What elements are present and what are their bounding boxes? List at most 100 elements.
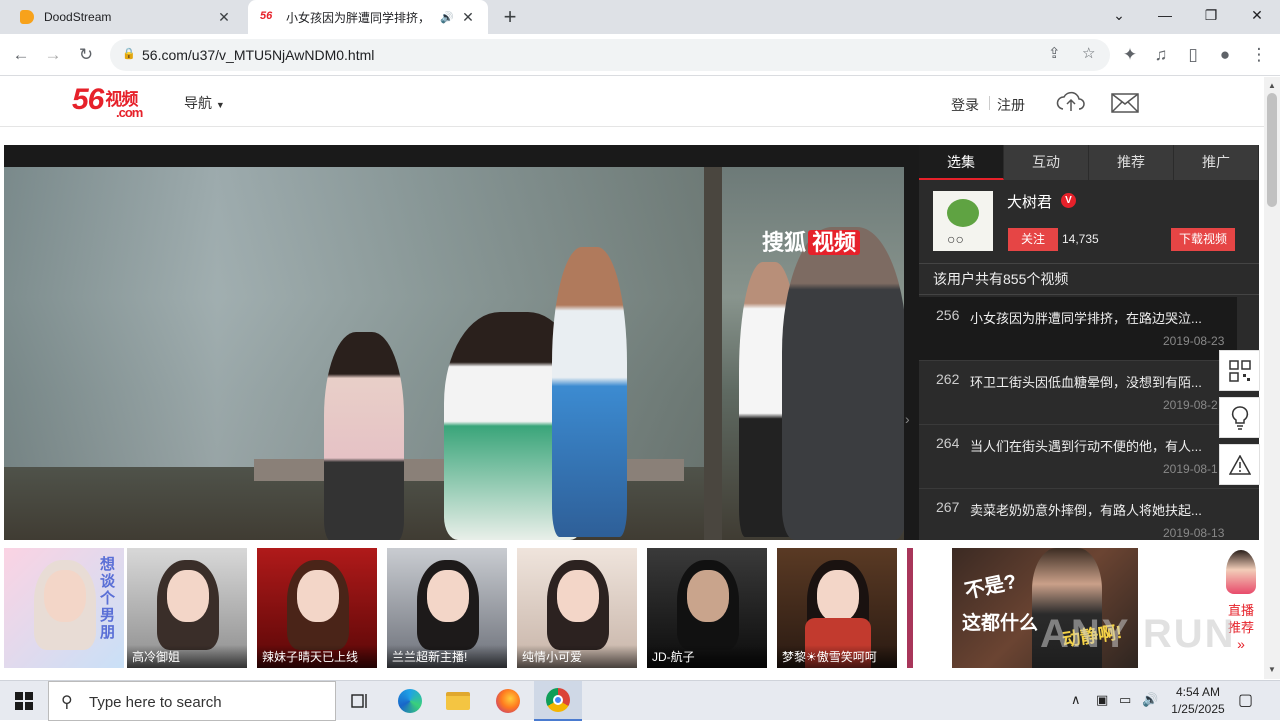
video-figure-man-grey xyxy=(782,227,904,540)
tab-episodes[interactable]: 选集 xyxy=(919,145,1004,180)
owner-name[interactable]: 大树君 xyxy=(1007,191,1052,212)
site-logo[interactable]: 56 视频 .com xyxy=(72,83,143,120)
video-number: 256 xyxy=(936,307,960,323)
follower-count: 14,735 xyxy=(1062,232,1099,246)
promo-line-1: 不是? xyxy=(962,570,1019,604)
chrome-center xyxy=(553,695,563,705)
thumb-card[interactable]: 梦黎☀傲雪笑呵呵 xyxy=(777,548,897,668)
edge-browser-icon[interactable] xyxy=(386,681,434,721)
upload-cloud-icon[interactable] xyxy=(1056,89,1086,113)
glasses-icon: ○○ xyxy=(947,231,964,247)
close-window-button[interactable]: ✕ xyxy=(1234,0,1280,30)
thumb-card[interactable]: 想谈个男朋 xyxy=(4,548,124,668)
forward-button[interactable]: → xyxy=(40,42,66,68)
thumb-card-partial[interactable] xyxy=(907,548,913,668)
show-hidden-icons-chevron-icon[interactable]: ∧ xyxy=(1071,692,1081,708)
tab-promote[interactable]: 推广 xyxy=(1174,145,1259,180)
reload-button[interactable]: ↻ xyxy=(73,42,99,68)
back-button[interactable]: ← xyxy=(8,42,34,68)
address-bar[interactable]: 🔒 56.com/u37/v_MTU5NjAwNDM0.html ⇪ ☆ xyxy=(110,39,1110,71)
taskbar: ⚲ Type here to search ∧ ▣ ▭ 🔊 4:54 AM 1/… xyxy=(0,680,1280,721)
video-title: 小女孩因为胖遭同学排挤，在路边哭泣... xyxy=(970,311,1202,326)
volume-icon[interactable]: 🔊 xyxy=(1142,692,1158,708)
share-icon[interactable]: ⇪ xyxy=(1048,44,1061,62)
profile-avatar-icon[interactable]: ● xyxy=(1212,42,1238,68)
download-video-button[interactable]: 下载视频 xyxy=(1171,228,1235,251)
scroll-up-icon[interactable]: ▲ xyxy=(1268,81,1276,90)
thumb-card[interactable]: JD-航子 xyxy=(647,548,767,668)
player-area: 搜狐 视频 › 选集 互动 推荐 推广 ○○ 大树君 V 关注 14,735 下载… xyxy=(4,145,1259,540)
thumb-caption: 兰兰超新主播! xyxy=(387,645,507,668)
page-scrollbar[interactable]: ▲ ▼ xyxy=(1264,77,1280,679)
video-figure-girl xyxy=(324,332,404,540)
list-item[interactable]: 267 卖菜老奶奶意外摔倒，有路人将她扶起... 2019-08-13 xyxy=(919,489,1259,540)
lock-icon[interactable]: 🔒 xyxy=(122,47,136,60)
chrome-icon[interactable] xyxy=(534,681,582,721)
divider xyxy=(989,96,990,110)
tab-search-icon[interactable]: ⌄ xyxy=(1096,0,1142,30)
folder-icon xyxy=(446,692,470,710)
firefox-icon[interactable] xyxy=(484,681,532,721)
report-button[interactable] xyxy=(1219,444,1260,485)
device-icon[interactable]: ▣ xyxy=(1096,692,1108,708)
video-frame-post xyxy=(704,167,722,540)
thumb-card[interactable]: 纯情小可爱 xyxy=(517,548,637,668)
sidebar-tabs: 选集 互动 推荐 推广 xyxy=(919,145,1259,180)
thumb-face xyxy=(687,570,729,622)
side-panel-icon[interactable]: ▯ xyxy=(1180,42,1206,68)
message-envelope-icon[interactable] xyxy=(1111,93,1139,113)
network-icon[interactable]: ▭ xyxy=(1119,692,1131,708)
scrollbar-thumb[interactable] xyxy=(1267,93,1277,207)
thumb-caption: 辣妹子晴天已上线 xyxy=(257,645,377,668)
extensions-icon[interactable]: ✦ xyxy=(1117,42,1143,68)
video-count: 该用户共有855个视频 xyxy=(919,263,1259,295)
minimize-button[interactable]: — xyxy=(1142,0,1188,30)
bookmark-star-icon[interactable]: ☆ xyxy=(1082,44,1095,62)
task-view-icon[interactable] xyxy=(336,681,384,721)
thumb-card[interactable]: 兰兰超新主播! xyxy=(387,548,507,668)
login-link[interactable]: 登录 xyxy=(951,95,979,115)
tab-recommend[interactable]: 推荐 xyxy=(1089,145,1174,180)
video-title: 卖菜老奶奶意外摔倒，有路人将她扶起... xyxy=(970,503,1202,518)
owner-avatar[interactable]: ○○ xyxy=(933,191,993,251)
windows-logo-icon xyxy=(15,692,33,710)
tab-56-video[interactable]: 56 小女孩因为胖遭同学排挤， 🔊 ✕ xyxy=(248,0,488,34)
follow-button[interactable]: 关注 xyxy=(1008,228,1058,251)
close-tab-icon[interactable]: ✕ xyxy=(460,9,476,26)
qr-code-button[interactable] xyxy=(1219,350,1260,391)
new-tab-button[interactable]: + xyxy=(498,4,522,30)
video-player[interactable]: 搜狐 视频 xyxy=(4,167,904,540)
register-link[interactable]: 注册 xyxy=(997,95,1025,115)
browser-toolbar: ← → ↻ 🔒 56.com/u37/v_MTU5NjAwNDM0.html ⇪… xyxy=(0,34,1280,76)
menu-kebab-icon[interactable]: ⋮ xyxy=(1246,42,1272,68)
tab-interact[interactable]: 互动 xyxy=(1004,145,1089,180)
feedback-lightbulb-button[interactable] xyxy=(1219,397,1260,438)
list-item[interactable]: 262 环卫工街头因低血糖晕倒，没想到有陌... 2019-08-2 xyxy=(919,361,1259,425)
doodstream-favicon-icon xyxy=(20,10,34,24)
file-explorer-icon[interactable] xyxy=(434,681,482,721)
notification-center-icon[interactable]: ▢ xyxy=(1238,690,1253,710)
taskbar-search-input[interactable]: ⚲ Type here to search xyxy=(48,681,336,721)
url-text[interactable]: 56.com/u37/v_MTU5NjAwNDM0.html xyxy=(142,47,374,63)
start-button[interactable] xyxy=(0,681,48,721)
media-control-icon[interactable]: ♫ xyxy=(1148,42,1174,68)
video-title: 环卫工街头因低血糖晕倒，没想到有陌... xyxy=(970,375,1202,390)
collapse-sidebar-arrow-icon[interactable]: › xyxy=(905,411,910,427)
promo-line-2: 这都什么 xyxy=(962,613,1039,634)
list-item[interactable]: 256 小女孩因为胖遭同学排挤，在路边哭泣... 2019-08-23 xyxy=(919,297,1237,361)
anyrun-watermark: ANY RUN xyxy=(1040,612,1236,656)
audio-playing-icon[interactable]: 🔊 xyxy=(440,11,454,24)
list-item[interactable]: 264 当人们在街头遇到行动不便的他，有人... 2019-08-1 xyxy=(919,425,1259,489)
thumb-face xyxy=(44,570,86,622)
thumb-card[interactable]: 高冷御姐 xyxy=(127,548,247,668)
tab-doodstream[interactable]: DoodStream ✕ xyxy=(8,0,244,34)
firefox-logo-icon xyxy=(496,689,520,713)
thumb-caption: JD-航子 xyxy=(647,645,767,668)
nav-dropdown[interactable]: 导航 ▼ xyxy=(184,93,225,113)
close-tab-icon[interactable]: ✕ xyxy=(216,9,232,26)
restore-button[interactable]: ❐ xyxy=(1188,0,1234,30)
thumb-card[interactable]: 辣妹子晴天已上线 xyxy=(257,548,377,668)
verified-badge-icon: V xyxy=(1061,193,1076,208)
system-clock[interactable]: 4:54 AM 1/25/2025 xyxy=(1160,684,1236,718)
scroll-down-icon[interactable]: ▼ xyxy=(1268,665,1276,674)
